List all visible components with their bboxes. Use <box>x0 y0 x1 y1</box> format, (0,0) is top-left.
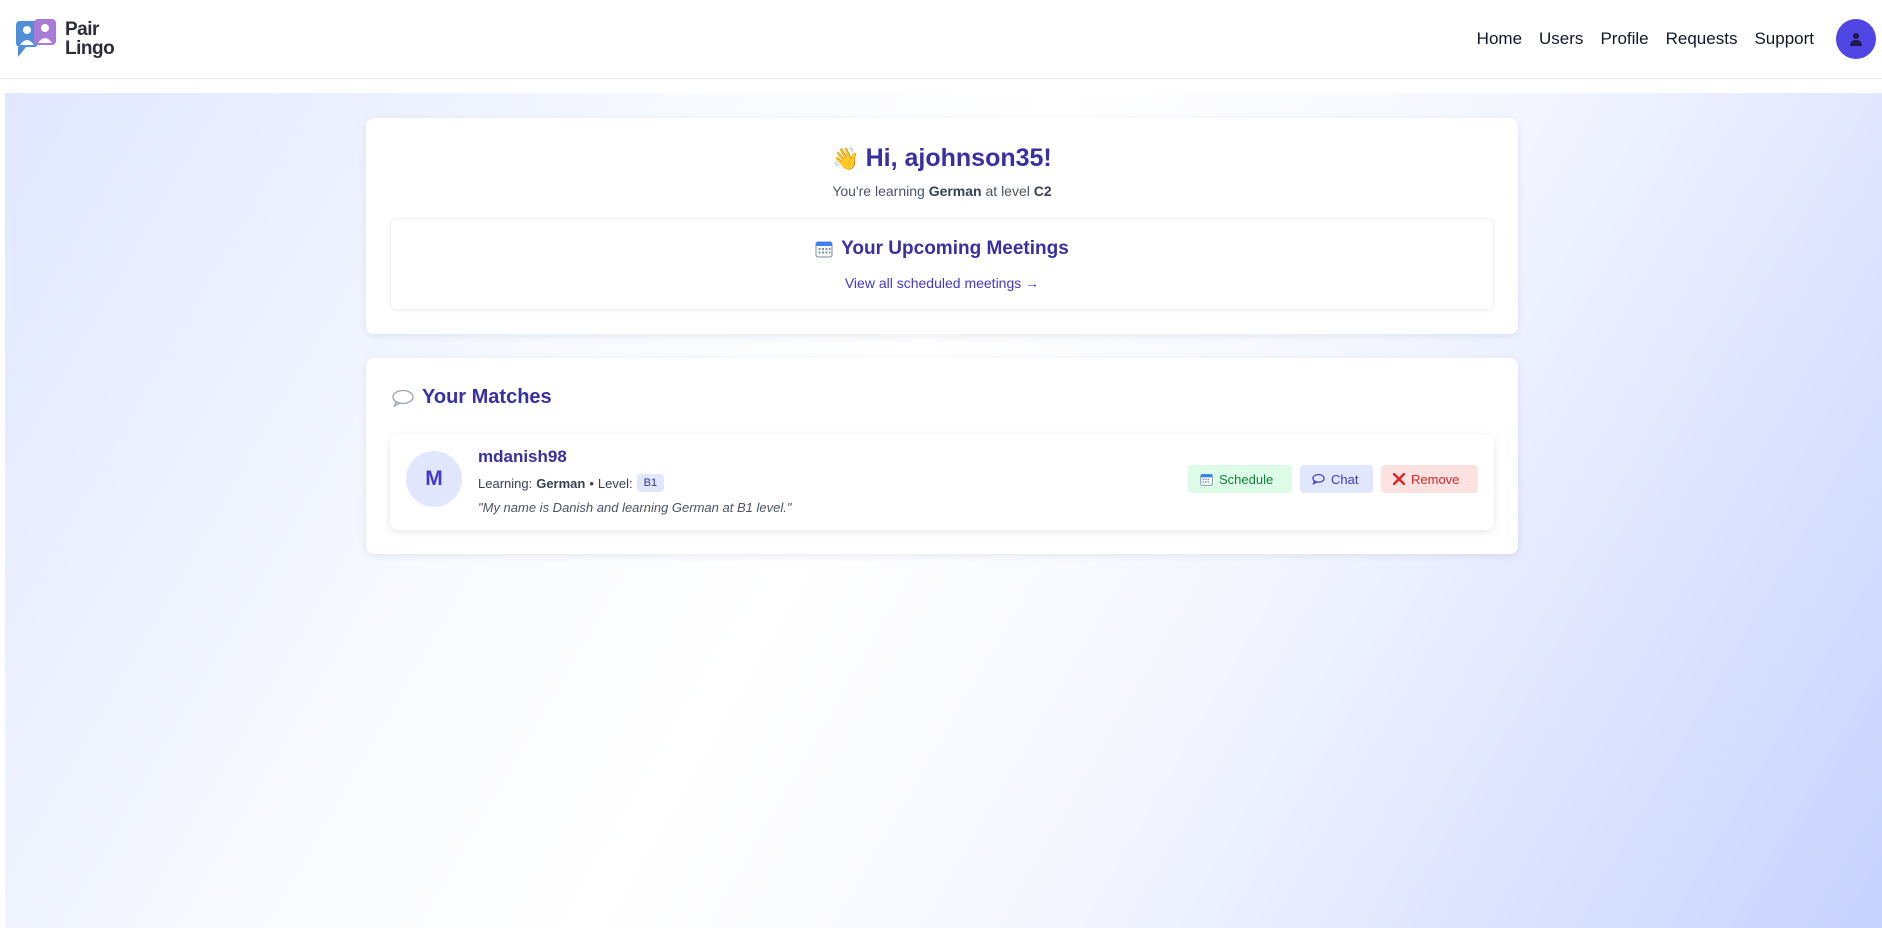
chat-bubble-icon <box>1312 473 1325 485</box>
learning-language: German <box>928 183 982 199</box>
match-language: German <box>536 475 586 491</box>
remove-button[interactable]: Remove <box>1381 465 1478 493</box>
matches-heading: Your Matches <box>392 386 552 409</box>
matches-title-text: Your Matches <box>422 386 552 408</box>
brand-logo[interactable]: Pair Lingo <box>14 17 115 61</box>
waving-hand-icon: 👋 <box>832 146 860 171</box>
main-nav: Home Users Profile Requests Support <box>1477 19 1876 59</box>
nav-profile[interactable]: Profile <box>1600 29 1648 49</box>
matches-card: Your Matches M mdanish98 Learning: Germa… <box>366 358 1518 554</box>
user-menu-button[interactable] <box>1836 19 1876 59</box>
brand-line-1: Pair <box>65 19 99 40</box>
view-all-meetings-link[interactable]: View all scheduled meetings → <box>391 275 1493 291</box>
navbar: Pair Lingo Home Users Profile Requests S… <box>0 0 1882 79</box>
chat-button[interactable]: Chat <box>1300 465 1373 493</box>
calendar-icon <box>1200 473 1213 486</box>
meetings-title: Your Upcoming Meetings <box>391 238 1493 260</box>
user-icon <box>1850 33 1862 46</box>
match-avatar: M <box>406 451 462 507</box>
upcoming-meetings-panel: Your Upcoming Meetings View all schedule… <box>390 218 1494 310</box>
nav-home[interactable]: Home <box>1477 29 1522 49</box>
match-list-item: M mdanish98 Learning: German • Level: B1… <box>390 434 1494 530</box>
close-icon <box>1393 473 1405 485</box>
schedule-button[interactable]: Schedule <box>1188 465 1292 493</box>
chat-label: Chat <box>1331 471 1359 487</box>
greeting-heading: 👋 Hi, ajohnson35! <box>366 144 1518 173</box>
learning-level: C2 <box>1033 183 1052 199</box>
welcome-card: 👋 Hi, ajohnson35! You're learning German … <box>366 118 1518 334</box>
calendar-icon <box>815 241 833 258</box>
match-actions: Schedule Chat Remove <box>1188 465 1478 493</box>
learning-prefix: You're learning <box>832 183 925 199</box>
level-label: Level: <box>597 475 633 491</box>
schedule-label: Schedule <box>1219 471 1274 487</box>
meta-separator: • <box>589 475 594 491</box>
nav-support[interactable]: Support <box>1754 29 1814 49</box>
match-bio: "My name is Danish and learning German a… <box>478 500 792 515</box>
nav-requests[interactable]: Requests <box>1666 29 1738 49</box>
match-username[interactable]: mdanish98 <box>478 447 567 467</box>
meetings-title-text: Your Upcoming Meetings <box>841 238 1069 259</box>
learning-label: Learning: <box>478 475 533 491</box>
greeting-text: Hi, ajohnson35! <box>865 144 1052 172</box>
remove-label: Remove <box>1411 471 1460 487</box>
nav-users[interactable]: Users <box>1539 29 1583 49</box>
level-badge: B1 <box>636 474 665 492</box>
level-prefix: at level <box>985 183 1030 199</box>
learning-summary: You're learning German at level C2 <box>366 183 1518 199</box>
pairlingo-logo-icon <box>14 17 60 61</box>
brand-line-2: Lingo <box>65 38 115 59</box>
chat-bubble-icon <box>392 389 414 407</box>
match-meta: Learning: German • Level: B1 <box>478 474 665 492</box>
